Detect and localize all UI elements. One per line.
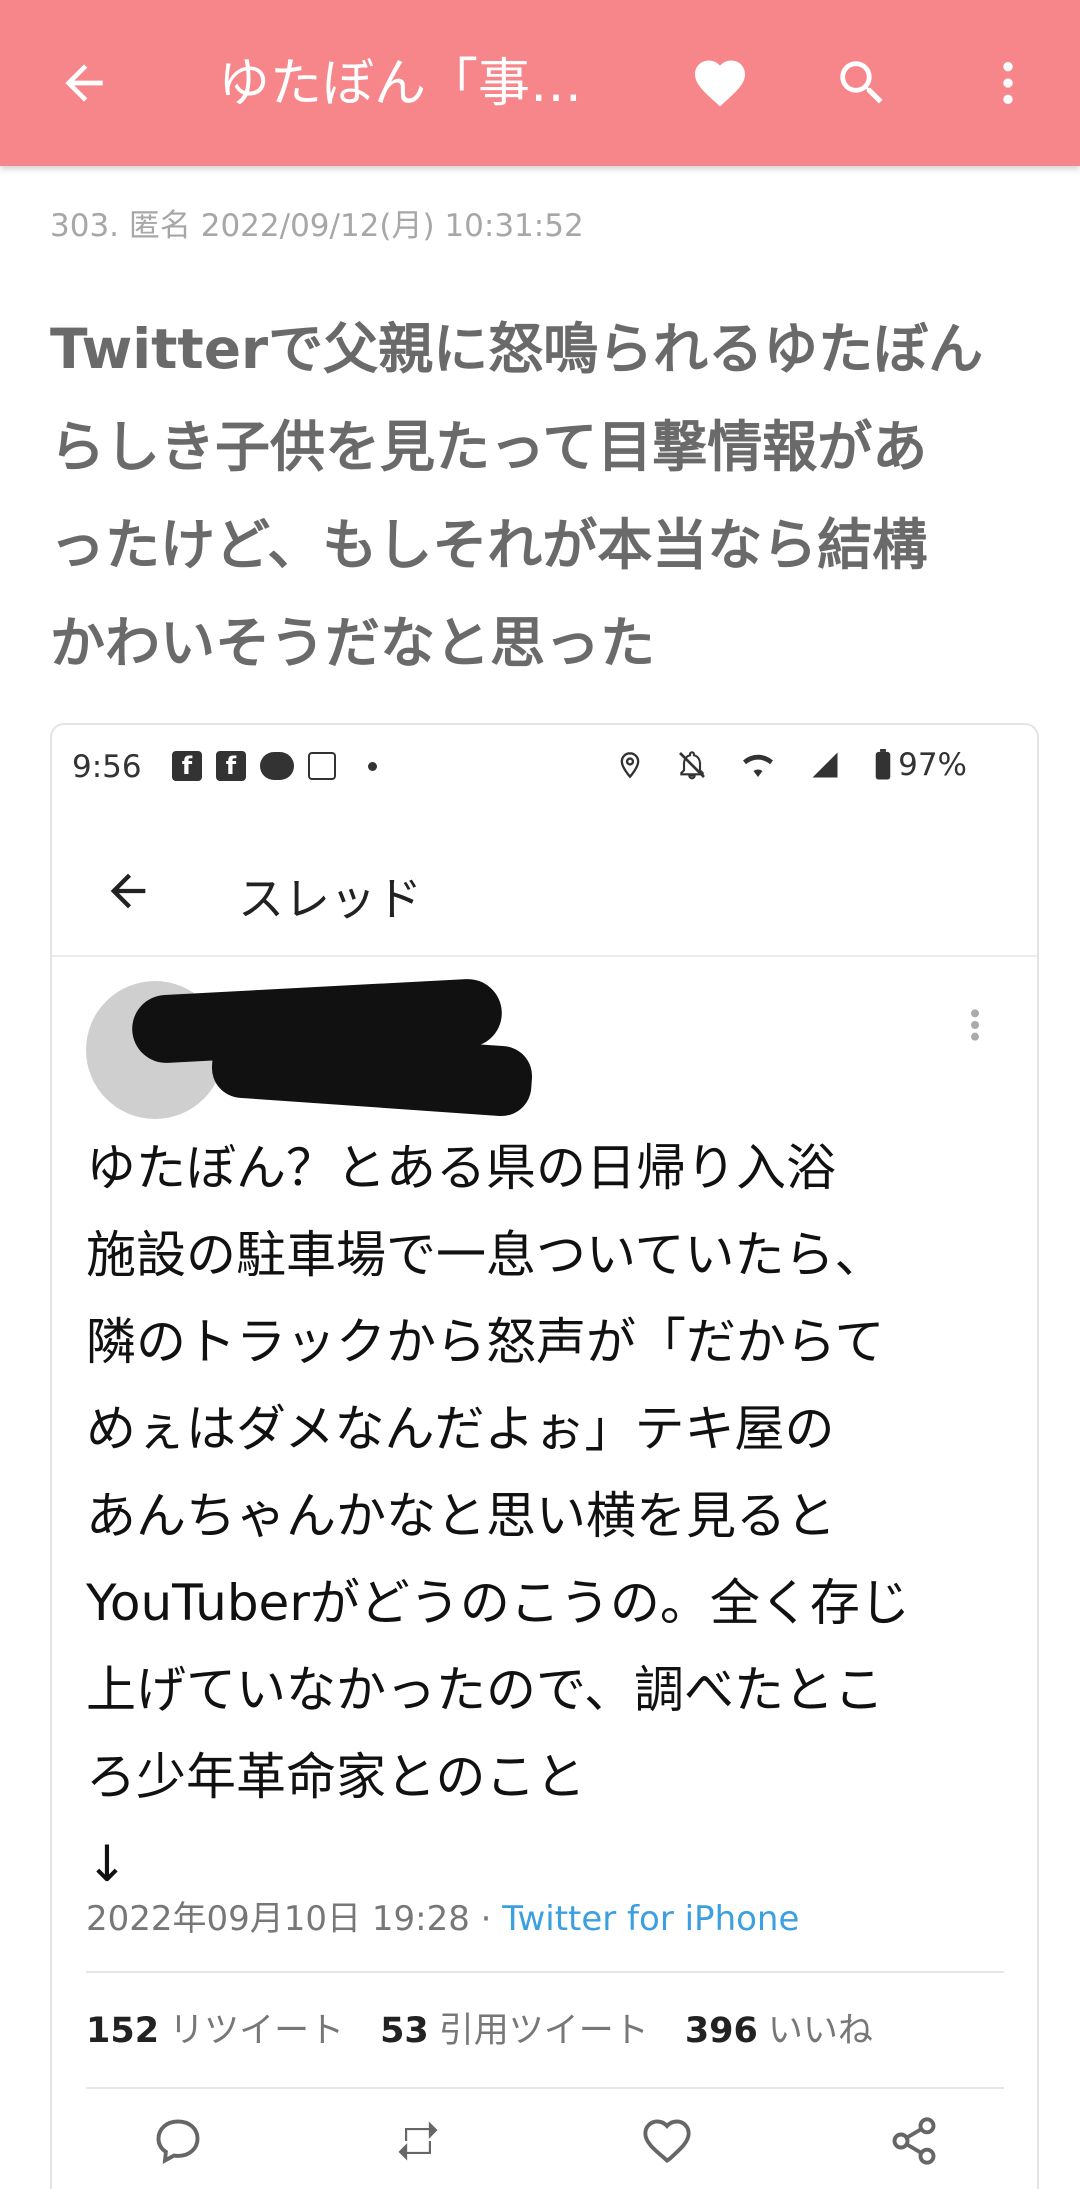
tweet-line: 隣のトラックから怒声が「だからて [86, 1313, 885, 1371]
quotes-stat[interactable]: 53 引用ツイート [380, 2002, 649, 2053]
post-line: ったけど、もしそれが本当なら結構 [50, 513, 928, 577]
heart-icon [695, 60, 745, 107]
battery-level: 97% [898, 747, 967, 783]
quotes-label: 引用ツイート [438, 2011, 649, 2051]
likes-count: 396 [684, 2011, 758, 2051]
tweet-stats: 152 リツイート 53 引用ツイート 396 いいね [86, 2002, 873, 2053]
tweet-timestamp: 2022年09月10日 19:28 · Twitter for iPhone [86, 1891, 799, 1940]
separator-dot: · [480, 1899, 503, 1939]
thread-header: スレッド [52, 835, 1037, 957]
status-time: 9:56 [72, 749, 142, 785]
share-icon[interactable] [888, 2115, 940, 2167]
thread-title: スレッド [238, 872, 422, 926]
retweets-label: リツイート [169, 2011, 345, 2051]
quotes-count: 53 [380, 2011, 429, 2051]
divider [86, 2087, 1004, 2089]
facebook-icon: f [216, 751, 246, 781]
embedded-screenshot: 9:56 f f 97% スレッド ゆたぼん？とある県の日帰り入浴 施設の駐車場… [50, 723, 1039, 2189]
retweets-count: 152 [86, 2011, 160, 2051]
post-body: Twitterで父親に怒鳴られるゆたぼん らしき子供を見たって目撃情報があ った… [50, 300, 1040, 692]
page-title: ゆたぼん「事… [218, 54, 583, 114]
d-icon [308, 752, 336, 780]
likes-stat[interactable]: 396 いいね [685, 2002, 873, 2053]
wifi-icon [743, 754, 774, 777]
tweet-line: ろ少年革命家とのこと [86, 1748, 586, 1806]
facebook-icon: f [172, 751, 202, 781]
tweet-text: ゆたぼん？とある県の日帰り入浴 施設の駐車場で一息ついていたら、 隣のトラックか… [86, 1125, 1016, 1908]
arrow-left-icon [65, 64, 103, 102]
reply-icon[interactable] [152, 2115, 204, 2167]
mute-icon [679, 751, 706, 780]
location-icon [620, 752, 640, 779]
app-bar: ゆたぼん「事… [0, 0, 1080, 166]
tweet-source-link[interactable]: Twitter for iPhone [502, 1899, 799, 1939]
tweet-line: 施設の駐車場で一息ついていたら、 [86, 1226, 885, 1284]
back-button[interactable] [44, 43, 124, 123]
line-icon [260, 752, 294, 780]
post-line: らしき子供を見たって目撃情報があ [50, 415, 928, 479]
battery-icon [875, 749, 891, 780]
tweet-line: あんちゃんかなと思い横を見ると [86, 1487, 836, 1545]
like-icon[interactable] [640, 2115, 694, 2167]
more-vert-icon[interactable] [963, 1005, 987, 1045]
search-icon [840, 61, 883, 104]
more-options-button[interactable] [968, 43, 1048, 123]
tweet-line: めぇはダメなんだよぉ」テキ屋の [86, 1400, 835, 1458]
divider [86, 1971, 1004, 1973]
retweets-stat[interactable]: 152 リツイート [86, 2002, 344, 2053]
tweet-line: YouTuberがどうのこうの。全く存じ [86, 1574, 910, 1632]
more-vert-icon [1003, 62, 1013, 104]
tweet-line: ゆたぼん？とある県の日帰り入浴 [86, 1139, 836, 1197]
tweet-actions [52, 2105, 1037, 2185]
tweet-date: 2022年09月10日 19:28 [86, 1899, 470, 1939]
dot-icon [368, 761, 377, 771]
status-bar: 9:56 f f 97% [52, 725, 1037, 805]
signal-icon [812, 752, 838, 778]
retweet-icon[interactable] [390, 2115, 446, 2167]
likes-label: いいね [767, 2011, 873, 2051]
post-line: かわいそうだなと思った [50, 611, 656, 675]
search-button[interactable] [822, 43, 902, 123]
post-line: Twitterで父親に怒鳴られるゆたぼん [50, 317, 984, 381]
post-meta: 303. 匿名 2022/09/12(月) 10:31:52 [50, 208, 584, 244]
favorite-button[interactable] [680, 43, 760, 123]
tweet-line: 上げていなかったので、調べたとこ [86, 1661, 884, 1719]
arrow-left-icon[interactable] [102, 865, 154, 917]
